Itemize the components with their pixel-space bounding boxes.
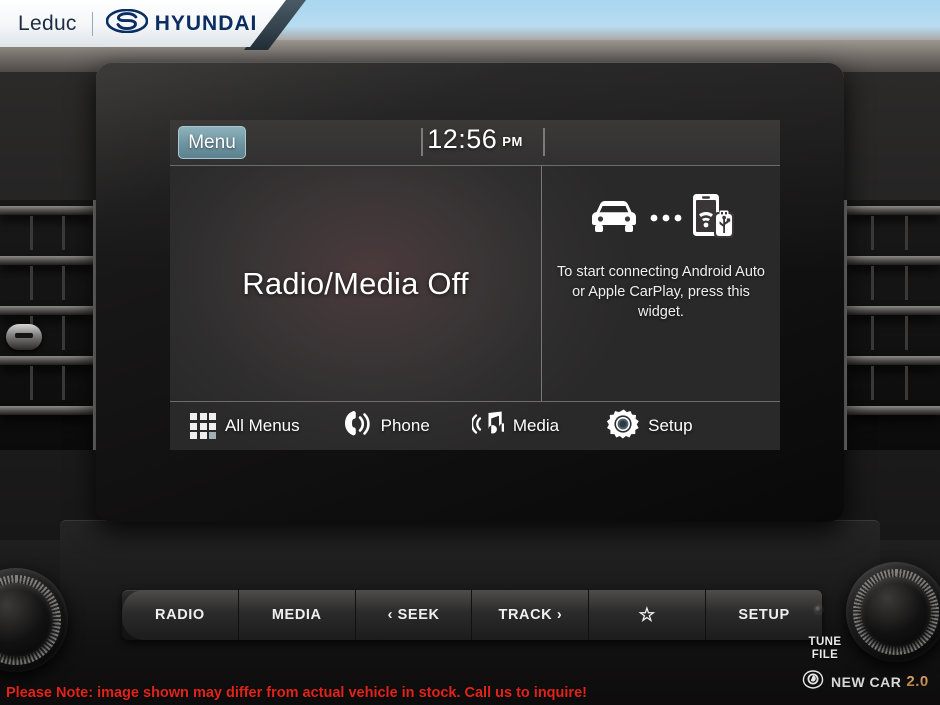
dashboard-scene: Menu 12:56 PM Radio/Media Off To start c…: [0, 0, 940, 705]
new-car-badge-text: NEW CAR: [831, 673, 902, 690]
shortcut-setup-label: Setup: [648, 416, 693, 435]
air-vent-left: [0, 200, 96, 450]
ambient-light-sensor-icon: [815, 606, 822, 613]
grid-menu-icon: [190, 413, 216, 439]
setup-button[interactable]: SETUP: [706, 590, 822, 640]
new-car-badge-version: 2.0: [906, 673, 929, 690]
laurel-wreath-icon: [800, 668, 826, 695]
infotainment-screen[interactable]: Menu 12:56 PM Radio/Media Off To start c…: [170, 120, 780, 450]
widget-instruction-text: To start connecting Android Auto or Appl…: [557, 264, 765, 320]
clock-time: 12:56: [427, 124, 498, 154]
screen-shortcut-bar: All Menus Phone Media Setup: [170, 402, 780, 450]
radio-button[interactable]: RADIO: [122, 590, 239, 640]
shortcut-all-menus-label: All Menus: [225, 416, 300, 435]
screen-status-bar: Menu 12:56 PM: [170, 120, 780, 166]
shortcut-phone[interactable]: Phone: [342, 410, 430, 443]
media-status-title: Radio/Media Off: [242, 265, 469, 301]
infotainment-headunit: Menu 12:56 PM Radio/Media Off To start c…: [96, 62, 844, 522]
music-note-icon: [470, 410, 508, 443]
media-button[interactable]: MEDIA: [238, 590, 356, 640]
disclaimer-note: Please Note: image shown may differ from…: [6, 685, 587, 701]
dealer-name: Leduc: [18, 11, 77, 35]
clock-meridiem: PM: [502, 134, 523, 149]
dealer-banner: Leduc HYUNDAI: [0, 0, 286, 47]
shortcut-phone-label: Phone: [380, 416, 430, 435]
tune-file-label: TUNE FILE: [808, 636, 842, 661]
track-button[interactable]: TRACK ›: [472, 590, 590, 640]
new-car-badge: NEW CAR 2.0: [800, 668, 929, 695]
seek-button[interactable]: ‹ SEEK: [355, 590, 473, 640]
shortcut-all-menus[interactable]: All Menus: [190, 413, 300, 439]
widget-icon-row: [542, 186, 780, 252]
gear-icon: [606, 408, 639, 445]
phone-handset-icon: [342, 410, 372, 443]
clock-display: 12:56 PM: [170, 124, 780, 155]
shortcut-media-label: Media: [512, 416, 560, 435]
hyundai-logo-icon: [105, 8, 149, 38]
media-status-pane[interactable]: Radio/Media Off: [170, 166, 541, 401]
air-vent-right: [844, 200, 940, 450]
shortcut-media[interactable]: Media: [470, 410, 560, 443]
hyundai-wordmark: HYUNDAI: [154, 11, 258, 35]
dots-connection-icon: [649, 210, 683, 228]
tune-file-knob[interactable]: [846, 562, 940, 662]
hardware-button-strip: RADIO MEDIA ‹ SEEK TRACK › ☆ SETUP: [122, 590, 822, 640]
vent-direction-thumbwheel[interactable]: [6, 324, 42, 350]
phone-usb-wifi-icon: [690, 192, 736, 247]
shortcut-setup[interactable]: Setup: [606, 408, 693, 445]
phone-projection-widget[interactable]: To start connecting Android Auto or Appl…: [542, 166, 780, 401]
banner-divider: [91, 11, 93, 36]
favorite-star-button[interactable]: ☆: [589, 590, 707, 640]
car-icon: [586, 197, 642, 242]
